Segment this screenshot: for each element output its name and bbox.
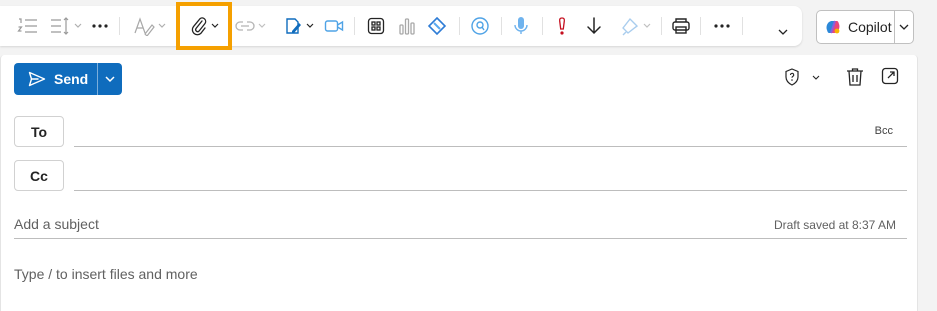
high-importance-button[interactable]: [550, 6, 574, 46]
draft-status: Draft saved at 8:37 AM: [773, 218, 896, 232]
to-field[interactable]: [74, 146, 907, 147]
attach-file-button[interactable]: [182, 6, 226, 46]
copilot-icon: [826, 20, 840, 34]
insights-button[interactable]: [394, 6, 420, 46]
signature-icon: [285, 18, 301, 34]
more-formatting-button[interactable]: [88, 6, 112, 46]
expand-ribbon-icon: [778, 29, 788, 35]
viva-icon: [471, 17, 489, 35]
line-spacing-button[interactable]: [44, 6, 86, 46]
viva-button[interactable]: [467, 6, 493, 46]
send-button-group: Send: [14, 63, 122, 95]
meeting-icon: [324, 20, 344, 32]
print-icon: [672, 18, 690, 34]
copilot-dropdown[interactable]: [894, 11, 913, 43]
low-importance-button[interactable]: [581, 6, 607, 46]
chevron-down-icon: [74, 23, 81, 28]
send-icon: [28, 71, 46, 87]
trash-icon: [847, 68, 863, 86]
low-importance-icon: [587, 17, 601, 35]
discard-button[interactable]: [846, 67, 864, 92]
shield-question-icon: [785, 68, 820, 86]
apps-icon: [367, 17, 385, 35]
subject-input[interactable]: Add a subject: [14, 216, 99, 232]
send-button[interactable]: Send: [14, 63, 97, 95]
sensitivity-label-button[interactable]: [784, 67, 820, 94]
dictate-button[interactable]: [508, 6, 534, 46]
high-importance-icon: [559, 17, 565, 35]
loop-button[interactable]: [424, 6, 450, 46]
send-options-button[interactable]: [97, 63, 122, 95]
styles-button[interactable]: [127, 6, 171, 46]
copilot-button[interactable]: Copilot: [816, 10, 914, 44]
insights-icon: [399, 18, 415, 35]
to-button[interactable]: To: [14, 116, 64, 147]
meeting-button[interactable]: [322, 6, 346, 46]
pop-out-button[interactable]: [881, 67, 899, 90]
chevron-down-icon: [105, 75, 115, 82]
compose-pane: Send To Bcc Cc Add a subject Draft saved…: [0, 55, 918, 311]
chevron-down-icon: [899, 24, 909, 30]
styles-icon: [133, 17, 155, 36]
dictate-icon: [514, 17, 528, 34]
more-options-icon: [714, 24, 730, 28]
numbered-list-icon: [17, 18, 37, 33]
chevron-down-icon: [306, 23, 313, 28]
chevron-down-icon: [211, 23, 218, 28]
insert-link-button[interactable]: [230, 6, 270, 46]
cc-field[interactable]: [74, 190, 907, 191]
more-options-button[interactable]: [709, 6, 735, 46]
copilot-label: Copilot: [848, 19, 892, 35]
chevron-down-icon: [643, 23, 650, 28]
pop-out-icon: [881, 67, 899, 85]
line-spacing-icon: [50, 17, 68, 35]
expand-ribbon-button[interactable]: [772, 12, 794, 52]
apps-button[interactable]: [363, 6, 389, 46]
chevron-down-icon: [258, 23, 265, 28]
sensitivity-icon: [621, 17, 638, 36]
subject-underline: [14, 238, 907, 239]
attach-file-icon: [191, 17, 206, 36]
send-label: Send: [54, 71, 89, 87]
more-icon: [92, 24, 108, 28]
loop-icon: [427, 16, 447, 36]
ribbon-toolbar: [0, 6, 802, 46]
message-body[interactable]: Type / to insert files and more: [14, 266, 198, 282]
signature-button[interactable]: [278, 6, 318, 46]
link-icon: [234, 21, 255, 31]
bcc-link[interactable]: Bcc: [875, 125, 893, 137]
sensitivity-button[interactable]: [612, 6, 658, 46]
print-button[interactable]: [668, 6, 694, 46]
chevron-down-icon: [158, 23, 165, 28]
numbering-button[interactable]: [10, 6, 46, 46]
cc-button[interactable]: Cc: [14, 160, 64, 191]
copilot-main[interactable]: Copilot: [817, 11, 894, 43]
